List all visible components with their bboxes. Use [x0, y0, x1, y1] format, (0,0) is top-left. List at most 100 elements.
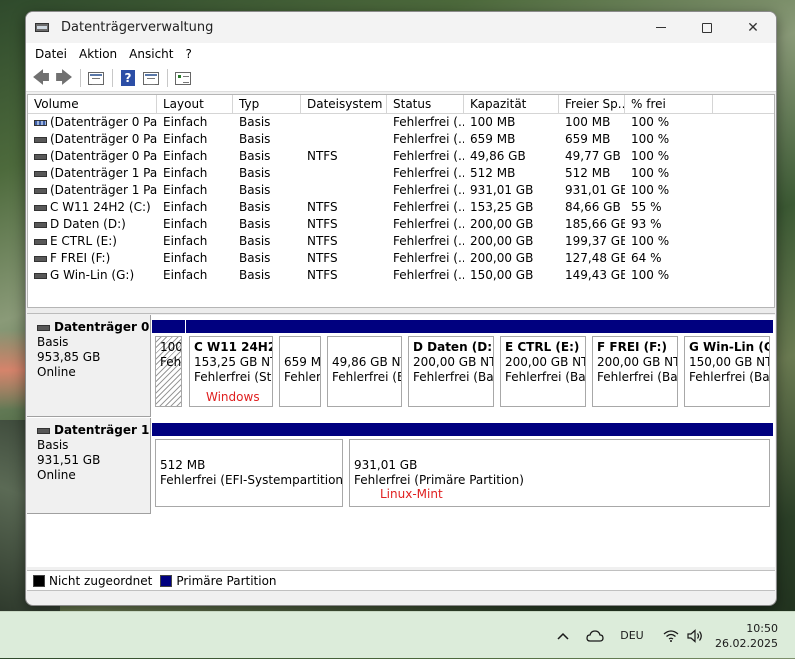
- disk-0-name: Datenträger 0: [54, 320, 150, 334]
- menu-help[interactable]: ?: [179, 47, 197, 61]
- partition-status: Fehlerfrei (Basi: [505, 370, 586, 384]
- legend-swatch-primary: [160, 574, 173, 587]
- cell-volume: D Daten (D:): [28, 216, 157, 233]
- help-button[interactable]: ?: [117, 68, 139, 88]
- cell-cap: 100 MB: [470, 115, 516, 129]
- cell-free: 659 MB: [565, 132, 611, 146]
- disk-1-label[interactable]: Datenträger 1 Basis 931,51 GB Online: [27, 418, 151, 514]
- disk-0-partition-3[interactable]: 659 M Fehler: [276, 320, 324, 410]
- menu-ansicht[interactable]: Ansicht: [123, 47, 179, 61]
- column-header-volume[interactable]: Volume: [28, 95, 157, 113]
- disk-0-partition-1[interactable]: 100 Feh: [152, 320, 185, 410]
- maximize-button[interactable]: [684, 12, 730, 43]
- table-row[interactable]: E CTRL (E:) Einfach Basis NTFS Fehlerfrei (.…: [28, 233, 774, 250]
- forward-button[interactable]: 🡆: [53, 68, 75, 88]
- cell-free: 84,66 GB: [565, 200, 621, 214]
- language-indicator[interactable]: DEU: [614, 612, 650, 659]
- partition-name: D Daten (D:): [413, 340, 494, 354]
- column-header-layout[interactable]: Layout: [157, 95, 233, 113]
- column-header-status[interactable]: Status: [387, 95, 464, 113]
- disk-0-partition-e[interactable]: E CTRL (E:) 200,00 GB NTF Fehlerfrei (Ba…: [497, 320, 589, 410]
- volume-icon: [34, 238, 47, 245]
- properties-button[interactable]: [140, 68, 162, 88]
- column-header-dateisystem[interactable]: Dateisystem: [301, 95, 387, 113]
- help-icon: ?: [121, 70, 135, 86]
- cell-status: Fehlerfrei (...: [393, 217, 464, 231]
- minimize-button[interactable]: [638, 12, 684, 43]
- table-row[interactable]: (Datenträger 0 Par... Einfach Basis Fehlerf…: [28, 114, 774, 131]
- disk-list-button[interactable]: [85, 68, 107, 88]
- language-label: DEU: [620, 629, 644, 642]
- partition-status: Fehlerfrei (Star: [194, 370, 272, 384]
- column-header-prozent-frei[interactable]: % frei: [625, 95, 713, 113]
- disk-1-title-line: Datenträger 1: [37, 423, 150, 438]
- menu-aktion[interactable]: Aktion: [73, 47, 123, 61]
- close-button[interactable]: ✕: [730, 12, 776, 43]
- table-row[interactable]: (Datenträger 0 Par... Einfach Basis NTFS Feh…: [28, 148, 774, 165]
- disk-1-partition-efi[interactable]: 512 MB Fehlerfrei (EFI-Systempartition): [152, 423, 346, 510]
- table-row[interactable]: (Datenträger 0 Par... Einfach Basis Fehlerf…: [28, 131, 774, 148]
- pane-splitter[interactable]: [27, 308, 775, 314]
- table-row[interactable]: (Datenträger 1 Par... Einfach Basis Fehlerf…: [28, 165, 774, 182]
- cell-free: 512 MB: [565, 166, 611, 180]
- cell-typ: Basis: [239, 183, 271, 197]
- clock[interactable]: 10:50 26.02.2025: [715, 621, 778, 651]
- column-header-freier-speicher[interactable]: Freier Sp...: [559, 95, 625, 113]
- partition-body: 49,86 GB NT Fehlerfrei (B: [327, 336, 402, 407]
- disk-0-partition-f[interactable]: F FREI (F:) 200,00 GB NTF Fehlerfrei (Ba…: [589, 320, 681, 410]
- onedrive-button[interactable]: [583, 612, 607, 659]
- cell-status: Fehlerfrei (...: [393, 234, 464, 248]
- partition-name: C W11 24H2: [194, 340, 273, 354]
- show-hidden-icons-button[interactable]: [553, 612, 573, 659]
- disk-0-type: Basis: [37, 335, 69, 349]
- cell-typ: Basis: [239, 251, 271, 265]
- cell-status: Fehlerfrei (...: [393, 268, 464, 282]
- column-header-typ[interactable]: Typ: [233, 95, 301, 113]
- hard-disk-icon: [37, 427, 50, 434]
- disk-0-partition-g[interactable]: G Win-Lin (G: 150,00 GB NTF Fehlerfrei (…: [681, 320, 773, 410]
- partition-status: Fehlerfrei (Primäre Partition): [354, 473, 524, 487]
- menu-datei[interactable]: Datei: [29, 47, 73, 61]
- cell-layout: Einfach: [163, 183, 208, 197]
- toolbar-separator: [112, 69, 113, 87]
- partition-header: [681, 320, 773, 333]
- cell-pct: 100 %: [631, 149, 670, 163]
- disk-0-partition-d[interactable]: D Daten (D:) 200,00 GB NTF Fehlerfrei (B…: [405, 320, 497, 410]
- cell-layout: Einfach: [163, 251, 208, 265]
- cell-cap: 49,86 GB: [470, 149, 526, 163]
- cell-pct: 64 %: [631, 251, 662, 265]
- network-button[interactable]: [660, 612, 682, 659]
- back-arrow-icon: 🡄: [32, 67, 50, 88]
- cell-free: 185,66 GB: [565, 217, 625, 231]
- partition-header: [497, 320, 589, 333]
- title-bar[interactable]: Datenträgerverwaltung ✕: [26, 12, 776, 43]
- cell-volume: (Datenträger 1 Par...: [28, 182, 157, 199]
- volume-list-button[interactable]: [172, 68, 194, 88]
- partition-size: 931,01 GB: [354, 458, 418, 472]
- volume-name: G Win-Lin (G:): [50, 268, 135, 282]
- volume-name: F FREI (F:): [50, 251, 111, 265]
- cell-volume: (Datenträger 1 Par...: [28, 165, 157, 182]
- column-header-kapazitaet[interactable]: Kapazität: [464, 95, 559, 113]
- cell-pct: 93 %: [631, 217, 662, 231]
- cell-pct: 100 %: [631, 183, 670, 197]
- clock-time: 10:50: [746, 622, 778, 635]
- partition-status: Fehlerfrei (Basi: [413, 370, 494, 384]
- minimize-icon: [656, 27, 666, 28]
- cell-fs: [301, 131, 387, 148]
- disk-0-label[interactable]: Datenträger 0 Basis 953,85 GB Online: [27, 315, 151, 417]
- volume-button[interactable]: [684, 612, 706, 659]
- table-row[interactable]: G Win-Lin (G:) Einfach Basis NTFS Fehlerfrei…: [28, 267, 774, 284]
- table-row[interactable]: F FREI (F:) Einfach Basis NTFS Fehlerfrei (.…: [28, 250, 774, 267]
- back-button[interactable]: 🡄: [30, 68, 52, 88]
- table-row[interactable]: D Daten (D:) Einfach Basis NTFS Fehlerfrei (…: [28, 216, 774, 233]
- table-row[interactable]: C W11 24H2 (C:) Einfach Basis NTFS Fehlerfre…: [28, 199, 774, 216]
- toolbar: 🡄 🡆 ?: [26, 65, 776, 92]
- table-row[interactable]: (Datenträger 1 Par... Einfach Basis Fehlerf…: [28, 182, 774, 199]
- volume-name: (Datenträger 0 Par...: [50, 115, 157, 129]
- volume-list[interactable]: Volume Layout Typ Dateisystem Status Kap…: [27, 94, 775, 308]
- cell-free: 199,37 GB: [565, 234, 625, 248]
- partition-body: E CTRL (E:) 200,00 GB NTF Fehlerfrei (Ba…: [500, 336, 586, 407]
- partition-header: [346, 423, 773, 436]
- disk-0-partition-4[interactable]: 49,86 GB NT Fehlerfrei (B: [324, 320, 405, 410]
